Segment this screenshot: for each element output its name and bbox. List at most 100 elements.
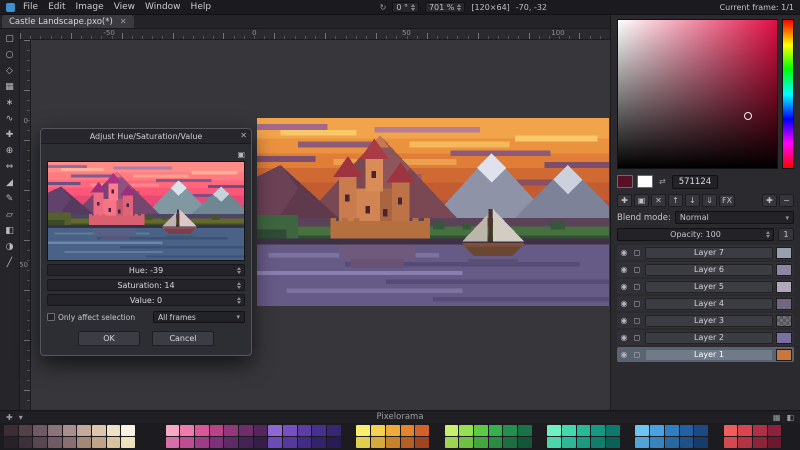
palette-swatch[interactable] xyxy=(386,425,400,436)
palette-swatch[interactable] xyxy=(312,425,326,436)
palette-swatch[interactable] xyxy=(195,425,209,436)
layer-frame-thumbnail[interactable] xyxy=(776,281,792,293)
palette-swatch[interactable] xyxy=(474,437,488,448)
palette-swatch[interactable] xyxy=(92,437,106,448)
layer-row[interactable]: ◉◻Layer 4 xyxy=(617,296,794,311)
opacity-spin-icon[interactable] xyxy=(766,231,770,238)
palette-swatch[interactable] xyxy=(503,437,517,448)
palette-swatch[interactable] xyxy=(92,425,106,436)
project-tab[interactable]: Castle Landscape.pxo(*) ✕ xyxy=(2,15,134,28)
primary-color-swatch[interactable] xyxy=(617,175,633,188)
eraser-tool[interactable]: ▱ xyxy=(2,208,18,223)
layer-visibility-icon[interactable]: ◉ xyxy=(619,299,629,308)
layer-visibility-icon[interactable]: ◉ xyxy=(619,265,629,274)
rotation-spinbox[interactable]: 0 ° xyxy=(392,2,419,13)
layer-name-button[interactable]: Layer 4 xyxy=(645,298,773,310)
palette-menu-icon[interactable]: ▾ xyxy=(19,413,23,422)
merge-layer-button[interactable]: ⇓ xyxy=(702,194,717,207)
color-select-tool[interactable]: ▦ xyxy=(2,80,18,95)
layer-row[interactable]: ◉◻Layer 3 xyxy=(617,313,794,328)
palette-swatch[interactable] xyxy=(606,437,620,448)
layer-visibility-icon[interactable]: ◉ xyxy=(619,282,629,291)
layer-name-button[interactable]: Layer 1 xyxy=(645,349,773,361)
palette-swatch[interactable] xyxy=(33,425,47,436)
zoom-spin-icon[interactable] xyxy=(457,4,461,11)
ellipse-select-tool[interactable]: ○ xyxy=(2,48,18,63)
palette-swatch[interactable] xyxy=(283,425,297,436)
palette-swatch[interactable] xyxy=(401,437,415,448)
layer-frame-thumbnail[interactable] xyxy=(776,264,792,276)
palette-swatch[interactable] xyxy=(77,425,91,436)
palette-swatch[interactable] xyxy=(4,425,18,436)
cancel-button[interactable]: Cancel xyxy=(152,331,214,346)
line-tool[interactable]: ╱ xyxy=(2,256,18,271)
palette-swatch[interactable] xyxy=(445,425,459,436)
layer-visibility-icon[interactable]: ◉ xyxy=(619,333,629,342)
rotation-spin-icon[interactable] xyxy=(411,4,415,11)
layer-lock-icon[interactable]: ◻ xyxy=(632,350,642,359)
palette-swatch[interactable] xyxy=(606,425,620,436)
layer-lock-icon[interactable]: ◻ xyxy=(632,282,642,291)
layer-lock-icon[interactable]: ◻ xyxy=(632,333,642,342)
palette-swatch[interactable] xyxy=(738,437,752,448)
palette-swatch[interactable] xyxy=(19,437,33,448)
palette-swatch[interactable] xyxy=(254,425,268,436)
menu-image[interactable]: Image xyxy=(72,2,108,12)
palette-swatch[interactable] xyxy=(753,425,767,436)
palette-swatch[interactable] xyxy=(63,437,77,448)
palette-swatch[interactable] xyxy=(268,437,282,448)
move-layer-down-button[interactable]: ↓ xyxy=(685,194,700,207)
palette-swatch[interactable] xyxy=(224,425,238,436)
polygon-select-tool[interactable]: ◇ xyxy=(2,64,18,79)
layer-lock-icon[interactable]: ◻ xyxy=(632,299,642,308)
palette-swatch[interactable] xyxy=(415,425,429,436)
palette-swatch[interactable] xyxy=(694,437,708,448)
layer-name-button[interactable]: Layer 6 xyxy=(645,264,773,276)
palette-swatch[interactable] xyxy=(503,425,517,436)
palette-swatch[interactable] xyxy=(386,437,400,448)
palette-swatch[interactable] xyxy=(724,437,738,448)
blend-mode-dropdown[interactable]: Normal ▾ xyxy=(675,211,794,224)
palette-swatch[interactable] xyxy=(415,437,429,448)
frame-number-header[interactable]: 1 xyxy=(778,228,794,241)
move-tool[interactable]: ✚ xyxy=(2,128,18,143)
palette-swatch[interactable] xyxy=(489,437,503,448)
palette-swatch[interactable] xyxy=(33,437,47,448)
palette-swatch[interactable] xyxy=(680,437,694,448)
hue-slider-field[interactable]: Hue: -39 xyxy=(47,264,245,276)
palette-swatch[interactable] xyxy=(107,437,121,448)
zoom-tool[interactable]: ⊕ xyxy=(2,144,18,159)
layer-row[interactable]: ◉◻Layer 5 xyxy=(617,279,794,294)
add-palette-icon[interactable]: ✚ xyxy=(6,413,13,422)
add-layer-button[interactable]: ✚ xyxy=(617,194,632,207)
value-slider-field[interactable]: Value: 0 xyxy=(47,294,245,306)
layer-lock-icon[interactable]: ◻ xyxy=(632,265,642,274)
layer-row[interactable]: ◉◻Layer 1 xyxy=(617,347,794,362)
magic-wand-tool[interactable]: ∗ xyxy=(2,96,18,111)
palette-swatch[interactable] xyxy=(195,437,209,448)
palette-swatch[interactable] xyxy=(577,425,591,436)
add-frame-button[interactable]: ✚ xyxy=(762,194,777,207)
palette-swatch[interactable] xyxy=(474,425,488,436)
palette-swatch[interactable] xyxy=(239,437,253,448)
layer-name-button[interactable]: Layer 3 xyxy=(645,315,773,327)
clone-layer-button[interactable]: ▣ xyxy=(634,194,649,207)
palette-swatch[interactable] xyxy=(166,425,180,436)
palette-swatch[interactable] xyxy=(77,437,91,448)
palette-swatch[interactable] xyxy=(268,425,282,436)
only-affect-selection-checkbox[interactable] xyxy=(47,313,55,321)
palette-swatch[interactable] xyxy=(166,437,180,448)
palette-swatch[interactable] xyxy=(518,437,532,448)
palette-swatch[interactable] xyxy=(547,437,561,448)
palette-swatch[interactable] xyxy=(724,425,738,436)
layer-visibility-icon[interactable]: ◉ xyxy=(619,248,629,257)
menu-view[interactable]: View xyxy=(110,2,139,12)
dialog-title-bar[interactable]: Adjust Hue/Saturation/Value ✕ xyxy=(41,129,251,144)
menu-file[interactable]: File xyxy=(19,2,42,12)
swap-colors-icon[interactable]: ⇄ xyxy=(657,177,668,186)
layer-row[interactable]: ◉◻Layer 2 xyxy=(617,330,794,345)
delete-layer-button[interactable]: ✕ xyxy=(651,194,666,207)
layer-frame-thumbnail[interactable] xyxy=(776,247,792,259)
tab-close-icon[interactable]: ✕ xyxy=(120,17,127,26)
color-saturation-value-picker[interactable] xyxy=(617,19,778,169)
